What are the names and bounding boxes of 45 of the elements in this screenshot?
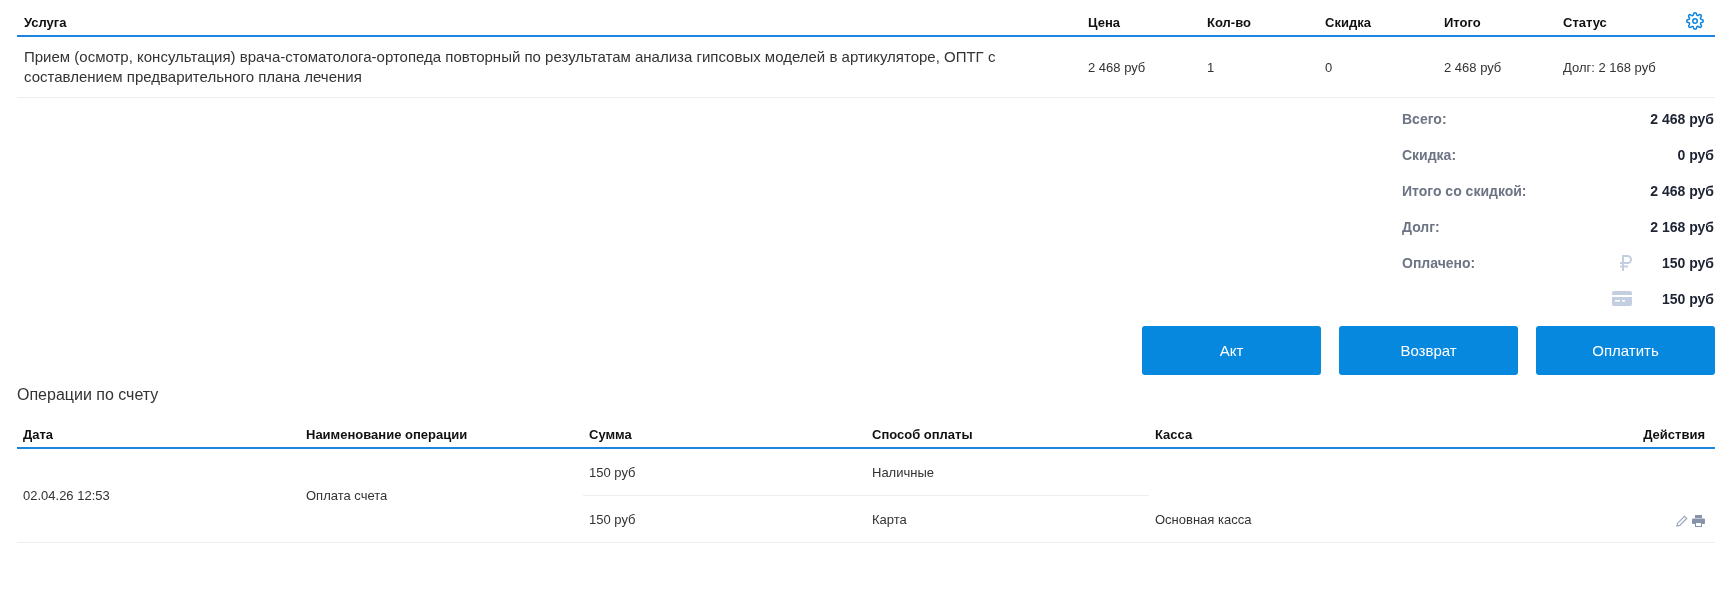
column-header: Дата bbox=[17, 412, 300, 449]
table-cell: Карта bbox=[872, 511, 907, 527]
ruble-icon bbox=[1620, 255, 1632, 272]
table-cell: 150 руб bbox=[589, 464, 636, 480]
table-cell: 150 руб bbox=[589, 511, 636, 527]
summary-label: Скидка: bbox=[1402, 147, 1457, 163]
settings-icon[interactable] bbox=[1686, 12, 1704, 30]
summary-label: Итого со скидкой: bbox=[1402, 183, 1527, 199]
summary-value: 2 468 руб bbox=[1650, 183, 1714, 199]
table-cell: 0 bbox=[1318, 37, 1437, 98]
summary-label: Долг: bbox=[1402, 219, 1440, 235]
table-cell: 1 bbox=[1200, 37, 1318, 98]
table-cell: 2 468 руб bbox=[1437, 37, 1556, 98]
summary-value: 2 468 руб bbox=[1650, 111, 1714, 127]
table-cell: Наличные bbox=[872, 464, 934, 480]
column-header: Кол-во bbox=[1200, 0, 1318, 37]
summary-value: 150 руб bbox=[1661, 255, 1714, 271]
card-icon bbox=[1612, 291, 1632, 306]
table-cell: 2 468 руб bbox=[1081, 37, 1200, 98]
section-title: Операции по счету bbox=[17, 386, 160, 404]
summary-label: Оплачено: bbox=[1402, 255, 1476, 271]
summary-label: Всего: bbox=[1402, 111, 1447, 127]
table-cell: Оплата счета bbox=[306, 488, 388, 503]
column-header: Наименование операции bbox=[300, 412, 583, 449]
summary-value: 2 168 руб bbox=[1650, 219, 1714, 235]
column-header: Итого bbox=[1437, 0, 1556, 37]
summary-value: 150 руб bbox=[1661, 291, 1714, 307]
column-header: Цена bbox=[1081, 0, 1200, 37]
action-button[interactable]: Акт bbox=[1142, 326, 1321, 375]
column-header: Действия bbox=[1432, 412, 1715, 449]
summary-value: 0 руб bbox=[1677, 147, 1714, 163]
column-header: Скидка bbox=[1318, 0, 1437, 37]
table-cell: Долг: 2 168 руб bbox=[1556, 37, 1715, 98]
edit-icon[interactable] bbox=[1676, 515, 1688, 527]
action-button[interactable]: Оплатить bbox=[1536, 326, 1715, 375]
action-button[interactable]: Возврат bbox=[1339, 326, 1518, 375]
table-cell: Основная касса bbox=[1155, 511, 1252, 527]
column-header: Способ оплаты bbox=[866, 412, 1149, 449]
table-cell: Прием (осмотр, консультация) врача-стоматолога-ортопеда повторный по результатам анализа гипсовых моделей в артикуляторе, ОПТГ с составлением предварительного плана лечения bbox=[17, 37, 1081, 98]
column-header: Услуга bbox=[17, 0, 1081, 37]
column-header: Статус bbox=[1563, 15, 1607, 30]
table-cell: 02.04.26 12:53 bbox=[23, 488, 110, 503]
column-header: Касса bbox=[1149, 412, 1432, 449]
print-icon[interactable] bbox=[1692, 515, 1705, 527]
column-header: Сумма bbox=[583, 412, 866, 449]
